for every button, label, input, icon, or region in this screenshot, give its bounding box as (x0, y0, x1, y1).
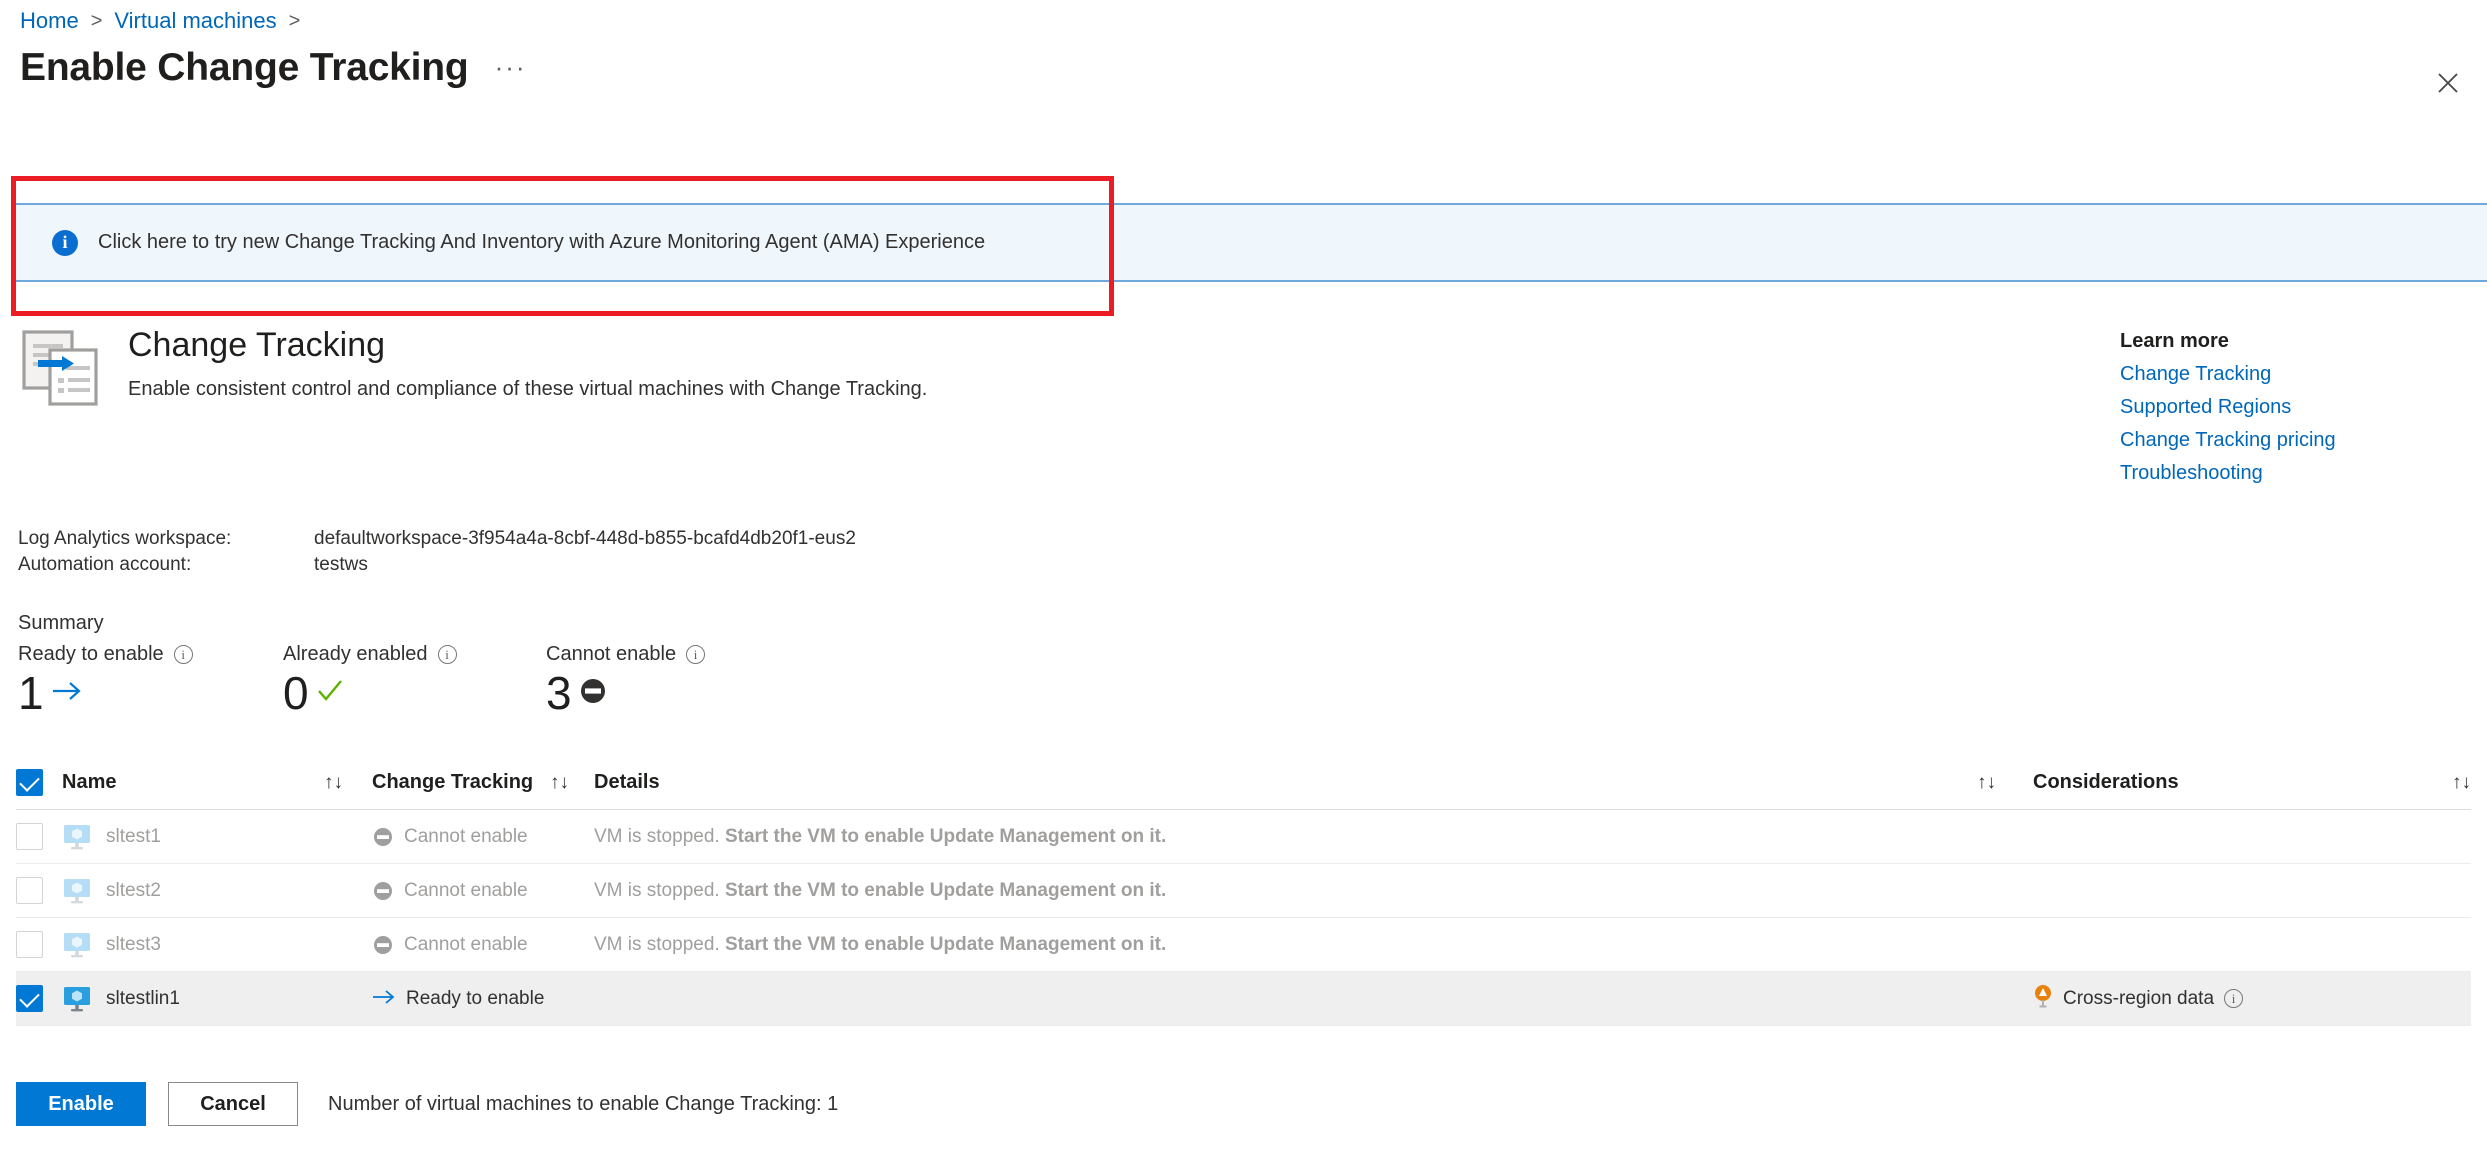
hero-section: Change Tracking Enable consistent contro… (18, 326, 928, 406)
summary-title: Summary (18, 612, 104, 634)
sort-icon-change-tracking[interactable]: ↑↓ (550, 772, 569, 793)
info-icon[interactable]: i (437, 645, 457, 664)
blocked-icon (372, 826, 394, 848)
hero-title: Change Tracking (128, 326, 386, 364)
change-tracking-status: Cannot enable (404, 879, 528, 901)
arrow-right-icon (372, 988, 396, 1010)
blocked-icon (578, 676, 608, 711)
close-icon[interactable] (2427, 62, 2469, 104)
learn-more-title: Learn more (2120, 330, 2229, 352)
vm-name: sltest1 (106, 825, 161, 847)
stat-ready-to-enable: Ready to enable i 1 (18, 643, 283, 716)
change-tracking-status: Cannot enable (404, 825, 528, 847)
learn-more-link-supported-regions[interactable]: Supported Regions (2120, 396, 2336, 419)
log-analytics-workspace-row: Log Analytics workspace: defaultworkspac… (18, 528, 856, 550)
title-row: Enable Change Tracking ··· (20, 48, 527, 87)
info-icon[interactable]: i (173, 645, 193, 664)
breadcrumb-separator: > (288, 9, 301, 32)
sort-icon-considerations[interactable]: ↑↓ (2452, 772, 2471, 793)
row-checkbox[interactable] (16, 931, 43, 958)
summary-section: Summary Ready to enable i 1 Already enab… (18, 612, 806, 716)
details-text: VM is stopped. (594, 879, 720, 901)
banner-text: Click here to try new Change Tracking An… (98, 231, 986, 253)
info-icon[interactable]: i (2224, 989, 2244, 1008)
column-header-details[interactable]: Details (594, 771, 1977, 794)
log-analytics-workspace-value: defaultworkspace-3f954a4a-8cbf-448d-b855… (314, 528, 856, 549)
summary-stats: Ready to enable i 1 Already enabled i 0 … (18, 643, 806, 716)
details-action-text: Start the VM to enable Update Management… (724, 933, 1167, 955)
cancel-button[interactable]: Cancel (168, 1082, 298, 1126)
selection-count-note: Number of virtual machines to enable Cha… (328, 1092, 839, 1115)
arrow-right-icon (50, 676, 84, 711)
stat-already-enabled-value: 0 (283, 667, 309, 719)
sort-icon-name[interactable]: ↑↓ (324, 772, 343, 793)
blocked-icon (372, 934, 394, 956)
learn-more-panel: Learn more Change Tracking Supported Reg… (2120, 330, 2336, 485)
page-title: Enable Change Tracking (20, 46, 469, 89)
stat-ready-to-enable-label: Ready to enable (18, 643, 164, 665)
info-icon: i (52, 229, 78, 256)
row-checkbox[interactable] (16, 877, 43, 904)
enable-change-tracking-blade: Home > Virtual machines > Enable Change … (0, 0, 2487, 1160)
vm-name: sltest2 (106, 879, 161, 901)
column-header-name[interactable]: Name (62, 771, 324, 794)
virtual-machines-table: Name ↑↓ Change Tracking ↑↓ Details ↑↓ Co… (16, 756, 2471, 1026)
stat-cannot-enable: Cannot enable i 3 (546, 643, 806, 716)
row-checkbox[interactable] (16, 985, 43, 1012)
virtual-machine-icon (62, 986, 92, 1012)
hero-subtitle: Enable consistent control and compliance… (128, 377, 928, 400)
learn-more-link-change-tracking[interactable]: Change Tracking (2120, 363, 2336, 386)
warning-icon (2033, 984, 2053, 1014)
enable-button[interactable]: Enable (16, 1082, 146, 1126)
blocked-icon (372, 880, 394, 902)
change-tracking-icon (18, 328, 100, 406)
table-header-row: Name ↑↓ Change Tracking ↑↓ Details ↑↓ Co… (16, 756, 2471, 810)
details-text: VM is stopped. (594, 825, 720, 847)
virtual-machine-icon (62, 932, 92, 958)
virtual-machine-icon (62, 878, 92, 904)
table-row[interactable]: sltestlin1 Ready to enable Cross-region … (16, 972, 2471, 1026)
breadcrumb-separator: > (90, 9, 103, 32)
details-action-text: Start the VM to enable Update Management… (724, 825, 1167, 847)
info-icon[interactable]: i (686, 645, 706, 664)
more-options-button[interactable]: ··· (495, 54, 527, 80)
automation-account-row: Automation account: testws (18, 554, 856, 576)
column-header-change-tracking[interactable]: Change Tracking (372, 771, 550, 794)
automation-account-label: Automation account: (18, 554, 192, 575)
log-analytics-workspace-label: Log Analytics workspace: (18, 528, 232, 549)
vm-name: sltestlin1 (106, 987, 180, 1009)
breadcrumb: Home > Virtual machines > (20, 8, 300, 34)
change-tracking-status: Cannot enable (404, 933, 528, 955)
stat-already-enabled-label: Already enabled (283, 643, 428, 665)
workspace-meta: Log Analytics workspace: defaultworkspac… (18, 528, 856, 580)
consideration-text: Cross-region data (2063, 987, 2215, 1009)
column-header-considerations[interactable]: Considerations (2033, 771, 2413, 794)
stat-already-enabled: Already enabled i 0 (283, 643, 546, 716)
table-row[interactable]: sltest3 Cannot enable VM is stopped. Sta… (16, 918, 2471, 972)
sort-icon-details[interactable]: ↑↓ (1977, 772, 1996, 793)
change-tracking-status: Ready to enable (406, 987, 545, 1009)
breadcrumb-item-virtual-machines[interactable]: Virtual machines (114, 8, 276, 34)
ama-experience-banner[interactable]: i Click here to try new Change Tracking … (16, 203, 2487, 282)
details-action-text: Start the VM to enable Update Management… (724, 879, 1167, 901)
action-bar: Enable Cancel Number of virtual machines… (16, 1082, 838, 1126)
details-text: VM is stopped. (594, 933, 720, 955)
learn-more-link-troubleshooting[interactable]: Troubleshooting (2120, 462, 2336, 485)
checkmark-icon (315, 676, 345, 711)
stat-ready-to-enable-value: 1 (18, 667, 44, 719)
table-row[interactable]: sltest2 Cannot enable VM is stopped. Sta… (16, 864, 2471, 918)
row-checkbox[interactable] (16, 823, 43, 850)
automation-account-value: testws (314, 554, 368, 575)
table-row[interactable]: sltest1 Cannot enable VM is stopped. Sta… (16, 810, 2471, 864)
stat-cannot-enable-label: Cannot enable (546, 643, 677, 665)
virtual-machine-icon (62, 824, 92, 850)
learn-more-link-change-tracking-pricing[interactable]: Change Tracking pricing (2120, 429, 2336, 452)
select-all-checkbox[interactable] (16, 769, 43, 796)
select-all-checkbox-cell (16, 769, 62, 796)
breadcrumb-item-home[interactable]: Home (20, 8, 79, 34)
vm-name: sltest3 (106, 933, 161, 955)
stat-cannot-enable-value: 3 (546, 667, 572, 719)
